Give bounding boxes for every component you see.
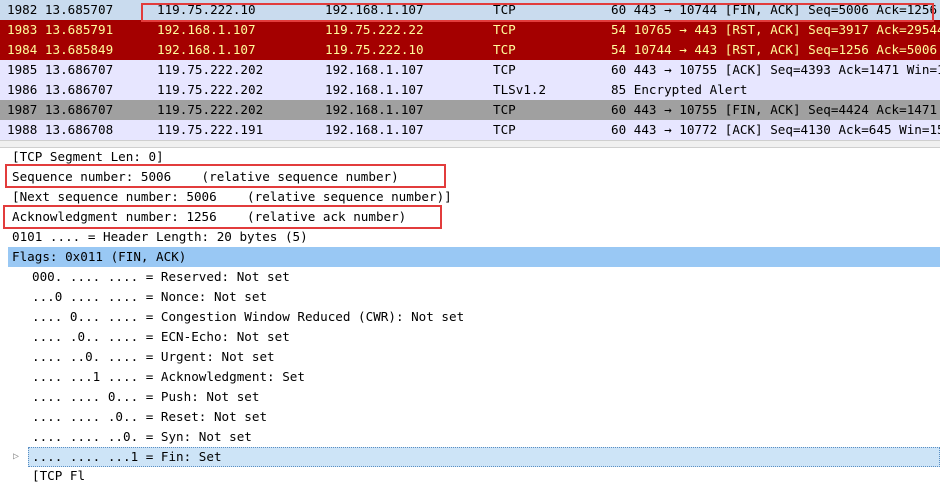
packet-info: 60 443 → 10755 [FIN, ACK] Seq=4424 Ack=1…	[611, 102, 940, 117]
packet-protocol: TCP	[493, 42, 516, 57]
packet-info: 60 443 → 10755 [ACK] Seq=4393 Ack=1471 W…	[611, 62, 940, 77]
tree-item-next-sequence-number[interactable]: [Next sequence number: 5006 (relative se…	[12, 187, 452, 207]
expand-arrow-icon[interactable]: ▷	[13, 451, 19, 463]
packet-source: 119.75.222.202	[157, 62, 264, 77]
tree-item-reset[interactable]: .... .... .0.. = Reset: Not set	[32, 407, 267, 427]
packet-destination: 119.75.222.10	[325, 42, 424, 57]
annotation-box-sequence-number	[5, 164, 446, 188]
packet-source: 192.168.1.107	[157, 22, 256, 37]
packet-row[interactable]: 1985 13.686707 119.75.222.202 192.168.1.10…	[0, 60, 940, 80]
packet-source: 119.75.222.191	[157, 122, 264, 137]
tree-item-acknowledgment[interactable]: .... ...1 .... = Acknowledgment: Set	[32, 367, 305, 387]
packet-number-time: 1982 13.685707	[7, 2, 114, 17]
packet-protocol: TCP	[493, 62, 516, 77]
packet-protocol: TCP	[493, 102, 516, 117]
packet-protocol: TLSv1.2	[493, 82, 547, 97]
packet-destination: 192.168.1.107	[325, 102, 424, 117]
annotation-box-packet-1982	[141, 3, 934, 22]
packet-details-tree: ▷ [TCP Segment Len: 0] Sequence number: …	[0, 147, 940, 483]
tree-item-push[interactable]: .... .... 0... = Push: Not set	[32, 387, 259, 407]
packet-info: 60 443 → 10772 [ACK] Seq=4130 Ack=645 Wi…	[611, 122, 940, 137]
packet-info: 85 Encrypted Alert	[611, 82, 748, 97]
tree-item-nonce[interactable]: ...0 .... .... = Nonce: Not set	[32, 287, 267, 307]
tree-item-flags[interactable]: Flags: 0x011 (FIN, ACK)	[12, 247, 186, 267]
tree-item-header-length[interactable]: 0101 .... = Header Length: 20 bytes (5)	[12, 227, 308, 247]
tree-item-urgent[interactable]: .... ..0. .... = Urgent: Not set	[32, 347, 275, 367]
packet-source: 119.75.222.202	[157, 82, 264, 97]
packet-source: 192.168.1.107	[157, 42, 256, 57]
tree-item-syn[interactable]: .... .... ..0. = Syn: Not set	[32, 427, 252, 447]
packet-number-time: 1985 13.686707	[7, 62, 114, 77]
tree-item-reserved[interactable]: 000. .... .... = Reserved: Not set	[32, 267, 290, 287]
packet-number-time: 1988 13.686708	[7, 122, 114, 137]
packet-destination: 192.168.1.107	[325, 62, 424, 77]
tree-item-fin[interactable]: .... .... ...1 = Fin: Set	[32, 447, 222, 467]
tree-item-cwr[interactable]: .... 0... .... = Congestion Window Reduc…	[32, 307, 464, 327]
packet-row[interactable]: 1984 13.685849 192.168.1.107 119.75.222.10…	[0, 40, 940, 60]
packet-number-time: 1986 13.686707	[7, 82, 114, 97]
packet-number-time: 1984 13.685849	[7, 42, 114, 57]
packet-row[interactable]: 1986 13.686707 119.75.222.202 192.168.1.10…	[0, 80, 940, 100]
packet-row[interactable]: 1987 13.686707 119.75.222.202 192.168.1.10…	[0, 100, 940, 120]
packet-destination: 192.168.1.107	[325, 82, 424, 97]
packet-protocol: TCP	[493, 22, 516, 37]
packet-protocol: TCP	[493, 122, 516, 137]
packet-info: 54 10765 → 443 [RST, ACK] Seq=3917 Ack=2…	[611, 22, 940, 37]
packet-destination: 119.75.222.22	[325, 22, 424, 37]
packet-number-time: 1987 13.686707	[7, 102, 114, 117]
packet-source: 119.75.222.202	[157, 102, 264, 117]
packet-row[interactable]: 1983 13.685791 192.168.1.107 119.75.222.22…	[0, 20, 940, 40]
annotation-box-ack-number	[3, 205, 442, 229]
tree-item-tcp-flags-partial[interactable]: [TCP Fl	[32, 466, 85, 486]
tree-item-ecn-echo[interactable]: .... .0.. .... = ECN-Echo: Not set	[32, 327, 290, 347]
packet-destination: 192.168.1.107	[325, 122, 424, 137]
packet-number-time: 1983 13.685791	[7, 22, 114, 37]
packet-row[interactable]: 1988 13.686708 119.75.222.191 192.168.1.10…	[0, 120, 940, 140]
packet-info: 54 10744 → 443 [RST, ACK] Seq=1256 Ack=5…	[611, 42, 940, 57]
